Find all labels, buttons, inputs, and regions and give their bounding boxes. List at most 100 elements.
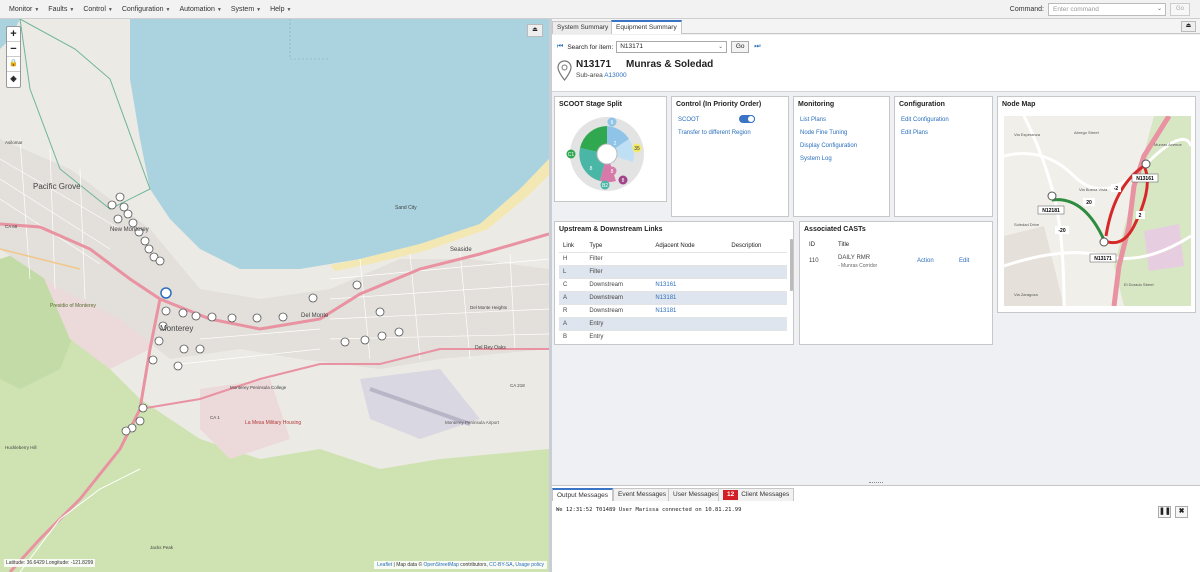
- display-configuration-link[interactable]: Display Configuration: [800, 143, 857, 149]
- system-log-link[interactable]: System Log: [800, 156, 832, 162]
- map-marker[interactable]: [135, 416, 145, 426]
- map-marker[interactable]: [207, 312, 217, 322]
- eject-icon[interactable]: ⏏: [1181, 21, 1196, 32]
- table-row[interactable]: B Entry: [559, 329, 787, 343]
- map-marker[interactable]: [121, 426, 131, 436]
- edit-configuration-link[interactable]: Edit Configuration: [901, 117, 949, 123]
- zoom-in-button[interactable]: +: [7, 27, 20, 42]
- map-marker[interactable]: [144, 244, 154, 254]
- map-marker[interactable]: [154, 336, 164, 346]
- svg-text:-2: -2: [1114, 186, 1119, 192]
- map-marker[interactable]: [340, 337, 350, 347]
- map-marker[interactable]: [113, 214, 123, 224]
- map-marker[interactable]: [123, 209, 133, 219]
- table-row[interactable]: C Downstream N13161: [559, 277, 787, 291]
- node-map-canvas[interactable]: Via Esperanza Abrego Street Munras Avenu…: [1004, 116, 1191, 306]
- scoot-toggle[interactable]: [739, 115, 755, 123]
- leaflet-link[interactable]: Leaflet: [377, 562, 392, 568]
- menu-faults[interactable]: Faults ▼: [48, 6, 74, 13]
- svg-text:Via Esperanza: Via Esperanza: [1014, 132, 1041, 137]
- eject-icon[interactable]: ⏏: [527, 24, 543, 37]
- map-marker-selected[interactable]: [160, 287, 172, 299]
- pause-button[interactable]: ❚❚: [1158, 506, 1171, 518]
- map-marker[interactable]: [278, 312, 288, 322]
- resize-grip[interactable]: [869, 482, 883, 484]
- search-go-button[interactable]: Go: [731, 41, 750, 53]
- map-marker[interactable]: [308, 293, 318, 303]
- map-marker[interactable]: [360, 335, 370, 345]
- menu-automation[interactable]: Automation ▼: [179, 6, 221, 13]
- table-row[interactable]: A Downstream N13181: [559, 290, 787, 304]
- map-marker[interactable]: [394, 327, 404, 337]
- transfer-region-link[interactable]: Transfer to different Region: [678, 130, 751, 136]
- map-marker[interactable]: [140, 236, 150, 246]
- map-marker[interactable]: [191, 311, 201, 321]
- map-marker[interactable]: [161, 306, 171, 316]
- map-marker[interactable]: [195, 344, 205, 354]
- tab-output-messages[interactable]: Output Messages: [552, 488, 613, 501]
- chevron-down-icon: ▼: [165, 6, 171, 13]
- menu-monitor[interactable]: Monitor ▼: [9, 6, 39, 13]
- node-marker[interactable]: [1099, 237, 1109, 247]
- table-row[interactable]: A Entry: [559, 316, 787, 330]
- command-go-button[interactable]: Go: [1170, 3, 1190, 16]
- zoom-out-button[interactable]: −: [7, 42, 20, 57]
- node-marker[interactable]: [1141, 159, 1151, 169]
- tab-client-messages[interactable]: 12 Client Messages: [718, 488, 795, 501]
- previous-icon[interactable]: ⏮: [557, 43, 563, 51]
- menu-system[interactable]: System ▼: [231, 6, 261, 13]
- svg-text:Via Zaragoza: Via Zaragoza: [1014, 292, 1038, 297]
- command-input[interactable]: Enter command ⌄: [1048, 3, 1166, 16]
- cast-edit-link[interactable]: Edit: [959, 258, 969, 264]
- menu-help[interactable]: Help ▼: [270, 6, 291, 13]
- map-marker[interactable]: [227, 313, 237, 323]
- search-label: Search for item:: [567, 43, 614, 51]
- column-header: ID: [809, 242, 815, 248]
- map-label: La Mesa Military Housing: [245, 420, 301, 426]
- map-marker[interactable]: [128, 218, 138, 228]
- map-canvas[interactable]: Pacific Grove New Monterey Monterey Seas…: [0, 19, 549, 572]
- table-row[interactable]: L Filter: [559, 264, 787, 278]
- table-row[interactable]: H Filter: [559, 251, 787, 265]
- usage-policy-link[interactable]: Usage policy: [515, 562, 544, 568]
- list-plans-link[interactable]: List Plans: [800, 117, 826, 123]
- edit-plans-link[interactable]: Edit Plans: [901, 130, 928, 136]
- lock-icon[interactable]: 🔒: [7, 57, 20, 72]
- map-marker[interactable]: [377, 331, 387, 341]
- tab-system-summary[interactable]: System Summary: [552, 21, 614, 34]
- map-marker[interactable]: [115, 192, 125, 202]
- chevron-down-icon[interactable]: ⌄: [718, 43, 723, 50]
- map-marker[interactable]: [178, 308, 188, 318]
- map-marker[interactable]: [179, 344, 189, 354]
- chevron-down-icon[interactable]: ⌄: [1157, 5, 1162, 12]
- map-marker[interactable]: [148, 355, 158, 365]
- map-marker[interactable]: [375, 307, 385, 317]
- cast-action-link[interactable]: Action: [917, 258, 934, 264]
- osm-link[interactable]: OpenStreetMap: [424, 562, 459, 568]
- map-marker[interactable]: [252, 313, 262, 323]
- search-input[interactable]: N13171 ⌄: [616, 41, 728, 53]
- map-marker[interactable]: [107, 200, 117, 210]
- node-marker[interactable]: [1047, 191, 1057, 201]
- license-link[interactable]: CC-BY-SA: [489, 562, 512, 568]
- subarea-link[interactable]: A13000: [604, 72, 626, 79]
- node-fine-tuning-link[interactable]: Node Fine Tuning: [800, 130, 847, 136]
- map-view[interactable]: Pacific Grove New Monterey Monterey Seas…: [0, 19, 549, 572]
- table-row[interactable]: R Downstream N13181: [559, 303, 787, 317]
- layers-icon[interactable]: ◈: [7, 72, 20, 87]
- map-attribution: Leaflet | Map data © OpenStreetMap contr…: [374, 561, 547, 569]
- menu-configuration[interactable]: Configuration ▼: [122, 6, 171, 13]
- next-icon[interactable]: ⏭: [754, 43, 760, 51]
- map-marker[interactable]: [352, 280, 362, 290]
- control-scoot-link[interactable]: SCOOT: [678, 117, 699, 123]
- tab-equipment-summary[interactable]: Equipment Summary: [611, 20, 682, 34]
- map-marker[interactable]: [173, 361, 183, 371]
- scrollbar[interactable]: [790, 239, 793, 291]
- close-button[interactable]: ✖: [1175, 506, 1188, 518]
- map-marker[interactable]: [138, 403, 148, 413]
- menu-control[interactable]: Control ▼: [83, 6, 113, 13]
- tab-user-messages[interactable]: User Messages: [668, 488, 724, 501]
- tab-event-messages[interactable]: Event Messages: [613, 488, 672, 501]
- map-marker[interactable]: [155, 256, 165, 266]
- control-panel: Control (In Priority Order) SCOOT Transf…: [671, 96, 789, 217]
